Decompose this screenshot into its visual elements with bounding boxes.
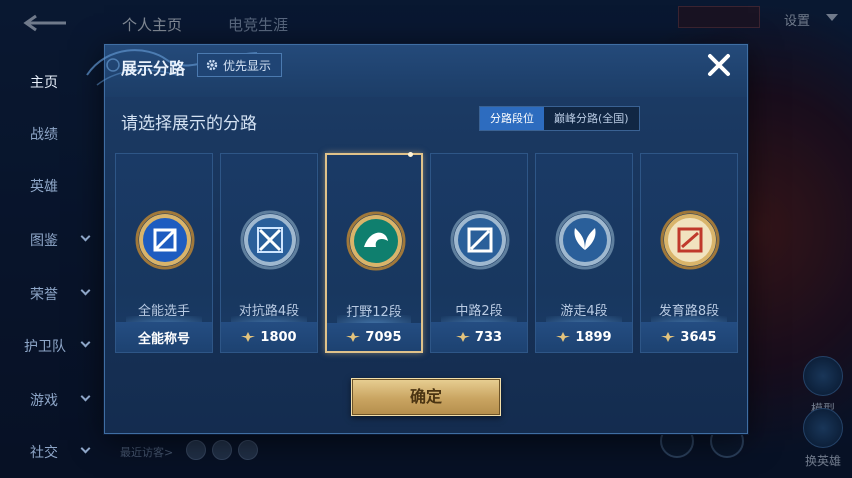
lane-card-score-bar: 3645 <box>641 322 737 352</box>
sidebar-item-1[interactable]: 战绩 <box>30 124 58 144</box>
allround-emblem-icon <box>135 210 195 270</box>
lane-card-score-bar: 全能称号 <box>116 322 212 352</box>
sidebar-item-6[interactable]: 游戏 <box>30 390 58 410</box>
lane-card[interactable]: 对抗路4段 1800 <box>220 153 318 353</box>
lane-card-score: 1899 <box>575 329 612 345</box>
lane-card-score-bar: 1899 <box>536 322 632 352</box>
rank-star-icon <box>241 332 256 342</box>
sidebar-item-2[interactable]: 英雄 <box>30 176 58 196</box>
priority-display-label: 优先显示 <box>223 58 272 73</box>
lane-display-dialog: 展示分路 优先显示 请选择展示的分路 分路段位 巅峰分路(全国) 全能选手 全能称… <box>86 44 748 434</box>
sidebar-item-4[interactable]: 荣誉 <box>30 284 58 304</box>
lane-card-score: 3645 <box>680 329 717 345</box>
lane-mode-toggle: 分路段位 巅峰分路(全国) <box>479 106 640 131</box>
close-icon[interactable] <box>703 49 735 81</box>
jungle-emblem-icon <box>346 211 406 271</box>
lane-card[interactable]: 打野12段 7095 <box>325 152 423 353</box>
rank-star-icon <box>455 332 470 342</box>
lane-card[interactable]: 中路2段 733 <box>430 153 528 353</box>
rank-star-icon <box>556 332 571 342</box>
lane-card[interactable]: 全能选手 全能称号 <box>115 153 213 353</box>
selected-sparkle-icon <box>408 152 413 157</box>
tab-peak-lane-national[interactable]: 巅峰分路(全国) <box>544 107 639 130</box>
rank-star-icon <box>661 332 676 342</box>
rank-star-icon <box>346 332 361 342</box>
confirm-button[interactable]: 确定 <box>351 378 501 416</box>
sidebar-item-3[interactable]: 图鉴 <box>30 230 58 250</box>
tab-lane-rank[interactable]: 分路段位 <box>480 107 544 130</box>
clash-lane-emblem-icon <box>240 210 300 270</box>
gear-icon <box>206 59 218 71</box>
dialog-subtitle: 请选择展示的分路 <box>121 114 257 134</box>
dialog-title: 展示分路 <box>121 59 186 78</box>
lane-card[interactable]: 游走4段 1899 <box>535 153 633 353</box>
lane-card-score: 全能称号 <box>137 331 190 347</box>
lane-card-score: 1800 <box>260 329 297 345</box>
lane-card-score: 7095 <box>365 329 402 345</box>
sidebar-item-0[interactable]: 主页 <box>30 72 58 92</box>
mid-lane-emblem-icon <box>450 210 510 270</box>
roam-emblem-icon <box>555 210 615 270</box>
lane-card-score-bar: 733 <box>431 322 527 352</box>
farm-lane-emblem-icon <box>660 210 720 270</box>
dialog-header: 展示分路 优先显示 <box>86 45 747 97</box>
lane-card-list: 全能选手 全能称号 对抗路4段 1800 打野12段 7095 中路2段 733 游走4段 189… <box>115 152 739 353</box>
lane-card-score: 733 <box>474 329 503 345</box>
lane-card-score-bar: 1800 <box>221 322 317 352</box>
priority-display-button[interactable]: 优先显示 <box>197 53 283 77</box>
sidebar-item-5[interactable]: 护卫队 <box>24 336 66 356</box>
lane-card[interactable]: 发育路8段 3645 <box>640 153 738 353</box>
lane-card-score-bar: 7095 <box>327 323 421 351</box>
sidebar-item-7[interactable]: 社交 <box>30 442 58 462</box>
